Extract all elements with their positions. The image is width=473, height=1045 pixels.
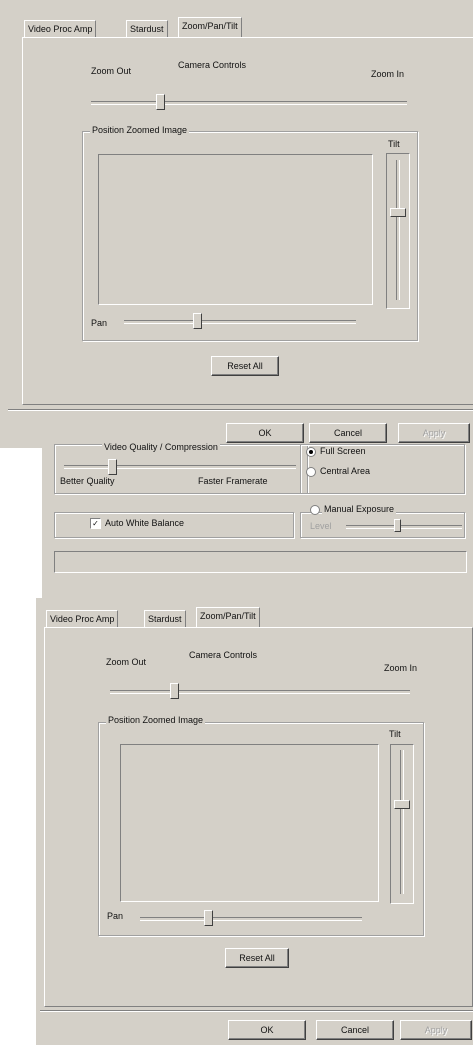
manual-exposure-radio[interactable]: [310, 505, 320, 515]
tilt-slider-thumb[interactable]: [394, 800, 410, 809]
full-screen-radio[interactable]: [306, 447, 316, 457]
zoom-out-label: Zoom Out: [91, 66, 132, 76]
tilt-label: Tilt: [389, 729, 401, 739]
tab-video-proc-amp[interactable]: Video Proc Amp: [24, 20, 97, 37]
cancel-button[interactable]: Cancel: [309, 423, 387, 443]
ok-button[interactable]: OK: [228, 1020, 306, 1040]
apply-button[interactable]: Apply: [398, 423, 470, 443]
manual-exposure-label: Manual Exposure: [322, 504, 397, 514]
level-slider-thumb[interactable]: [394, 519, 401, 532]
full-screen-label: Full Screen: [320, 446, 366, 456]
button-bar-separator: [8, 409, 473, 411]
zoom-in-label: Zoom In: [371, 69, 405, 79]
zoomed-image-preview: [120, 744, 379, 902]
button-bar-separator: [40, 1010, 473, 1012]
pan-label: Pan: [107, 911, 124, 921]
status-box: [54, 551, 467, 573]
position-group-label: Position Zoomed Image: [106, 715, 206, 725]
reset-all-button[interactable]: Reset All: [225, 948, 289, 968]
zoom-in-label: Zoom In: [384, 663, 418, 673]
faster-framerate-label: Faster Framerate: [198, 476, 268, 486]
level-slider-track[interactable]: [346, 525, 462, 529]
better-quality-label: Better Quality: [60, 476, 115, 486]
apply-button[interactable]: Apply: [400, 1020, 472, 1040]
dialog-bottom: Video Proc Amp Stardust Zoom/Pan/Tilt Ca…: [36, 598, 473, 1045]
ok-button[interactable]: OK: [226, 423, 304, 443]
auto-white-balance-checkbox[interactable]: ✓: [90, 518, 101, 529]
tab-zoom-pan-tilt[interactable]: Zoom/Pan/Tilt: [178, 17, 242, 37]
zoomed-image-preview: [98, 154, 373, 305]
position-group-label: Position Zoomed Image: [90, 125, 190, 135]
tilt-slider-track[interactable]: [400, 750, 404, 894]
pan-slider-thumb[interactable]: [204, 910, 213, 926]
quality-group-label: Video Quality / Compression: [102, 442, 220, 452]
tab-zoom-pan-tilt[interactable]: Zoom/Pan/Tilt: [196, 607, 260, 627]
tab-video-proc-amp[interactable]: Video Proc Amp: [46, 610, 119, 627]
tab-stardust[interactable]: Stardust: [126, 20, 168, 37]
pan-slider-track[interactable]: [140, 917, 362, 921]
tilt-slider-thumb[interactable]: [390, 208, 406, 217]
zoom-out-label: Zoom Out: [106, 657, 147, 667]
zoom-slider-thumb[interactable]: [156, 94, 165, 110]
pan-label: Pan: [91, 318, 108, 328]
pan-slider-track[interactable]: [124, 320, 356, 324]
central-area-radio[interactable]: [306, 467, 316, 477]
level-label: Level: [310, 521, 332, 531]
zoom-slider-track[interactable]: [110, 690, 410, 694]
settings-panel: Video Quality / Compression Better Quali…: [42, 442, 473, 598]
auto-white-balance-label: Auto White Balance: [105, 518, 185, 528]
zoom-slider-thumb[interactable]: [170, 683, 179, 699]
pan-slider-thumb[interactable]: [193, 313, 202, 329]
camera-controls-label: Camera Controls: [178, 60, 247, 70]
reset-all-button[interactable]: Reset All: [211, 356, 279, 376]
tilt-label: Tilt: [388, 139, 400, 149]
quality-slider-thumb[interactable]: [108, 459, 117, 475]
tab-stardust[interactable]: Stardust: [144, 610, 186, 627]
central-area-label: Central Area: [320, 466, 371, 476]
quality-slider-track[interactable]: [64, 465, 296, 469]
tilt-slider-track[interactable]: [396, 160, 400, 300]
zoom-slider-track[interactable]: [91, 101, 407, 105]
cancel-button[interactable]: Cancel: [316, 1020, 394, 1040]
dialog-top: Video Proc Amp Stardust Zoom/Pan/Tilt Ca…: [0, 0, 473, 448]
camera-controls-label: Camera Controls: [189, 650, 258, 660]
